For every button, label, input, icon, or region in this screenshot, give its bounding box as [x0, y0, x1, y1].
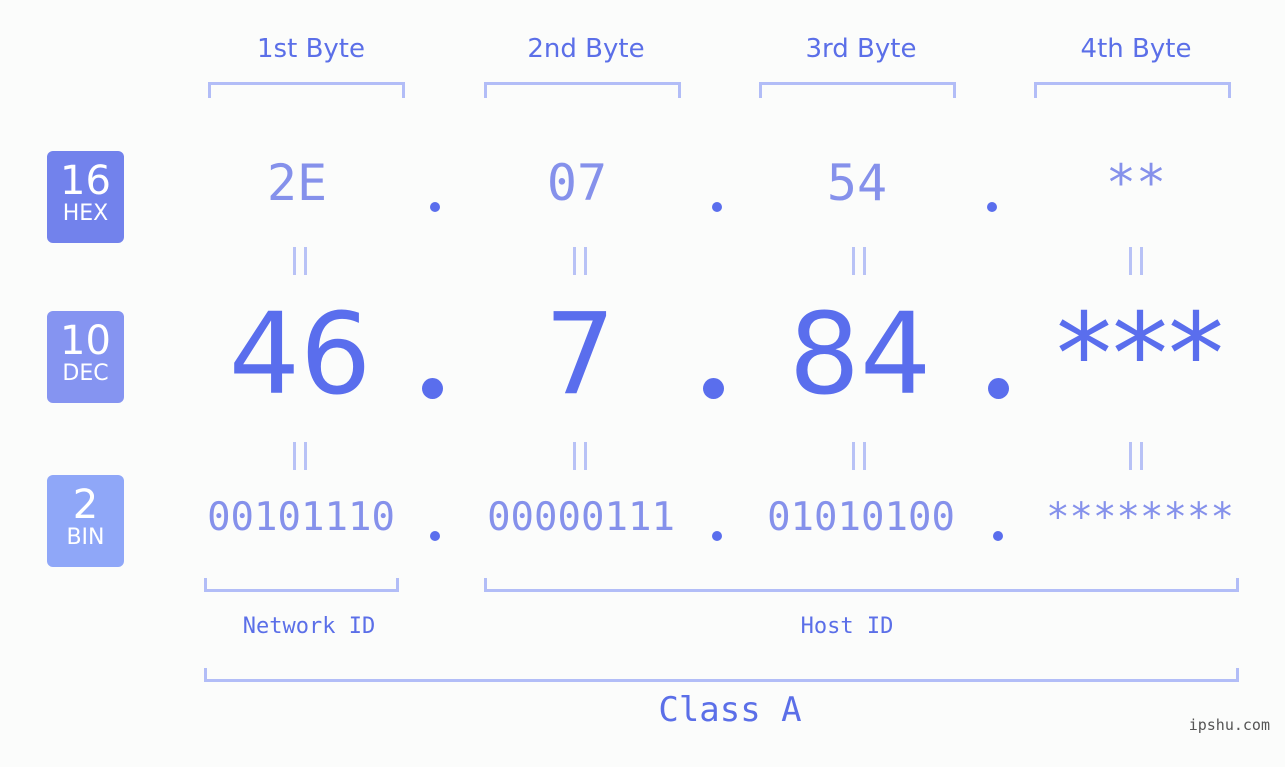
bin-badge-number: 2 — [72, 482, 99, 528]
equals-icon — [573, 442, 587, 470]
byte-header-1: 1st Byte — [257, 34, 365, 64]
equals-icon — [1129, 442, 1143, 470]
hex-byte-4: ** — [1105, 154, 1167, 212]
class-bracket — [204, 668, 1239, 682]
bin-badge: 2 BIN — [47, 475, 124, 567]
hex-separator-dot — [712, 202, 722, 212]
bin-separator-dot — [430, 531, 440, 541]
dec-badge-number: 10 — [60, 318, 111, 364]
byte-header-4: 4th Byte — [1080, 34, 1192, 64]
equals-icon — [1129, 247, 1143, 275]
dec-badge-label: DEC — [62, 361, 109, 386]
bin-badge-label: BIN — [66, 525, 105, 550]
host-id-label: Host ID — [800, 614, 894, 639]
equals-icon — [852, 442, 866, 470]
hex-badge-number: 16 — [60, 158, 111, 204]
hex-separator-dot — [987, 202, 997, 212]
hex-byte-3: 54 — [826, 154, 888, 212]
dec-byte-1: 46 — [228, 290, 372, 420]
hex-badge: 16 HEX — [47, 151, 124, 243]
byte-bracket-1 — [208, 82, 405, 98]
bin-separator-dot — [993, 531, 1003, 541]
dec-byte-3: 84 — [788, 290, 932, 420]
byte-bracket-2 — [484, 82, 681, 98]
byte-bracket-4 — [1034, 82, 1231, 98]
equals-icon — [293, 247, 307, 275]
host-id-bracket — [484, 578, 1239, 592]
byte-header-2: 2nd Byte — [527, 34, 645, 64]
dec-byte-4: *** — [1056, 290, 1224, 420]
hex-byte-1: 2E — [266, 154, 328, 212]
bin-byte-3: 01010100 — [767, 495, 955, 540]
dec-separator-dot — [703, 378, 724, 399]
bin-byte-4: ******** — [1046, 495, 1234, 540]
byte-bracket-3 — [759, 82, 956, 98]
bin-byte-1: 00101110 — [207, 495, 395, 540]
bin-byte-2: 00000111 — [487, 495, 675, 540]
hex-separator-dot — [430, 202, 440, 212]
equals-icon — [573, 247, 587, 275]
network-id-label: Network ID — [242, 614, 376, 639]
equals-icon — [852, 247, 866, 275]
byte-header-3: 3rd Byte — [805, 34, 917, 64]
bin-separator-dot — [712, 531, 722, 541]
network-id-bracket — [204, 578, 399, 592]
watermark: ipshu.com — [1188, 716, 1270, 734]
dec-separator-dot — [422, 378, 443, 399]
hex-badge-label: HEX — [62, 201, 109, 226]
dec-byte-2: 7 — [544, 290, 616, 420]
dec-separator-dot — [988, 378, 1009, 399]
class-label: Class A — [658, 690, 802, 730]
equals-icon — [293, 442, 307, 470]
dec-badge: 10 DEC — [47, 311, 124, 403]
hex-byte-2: 07 — [546, 154, 608, 212]
